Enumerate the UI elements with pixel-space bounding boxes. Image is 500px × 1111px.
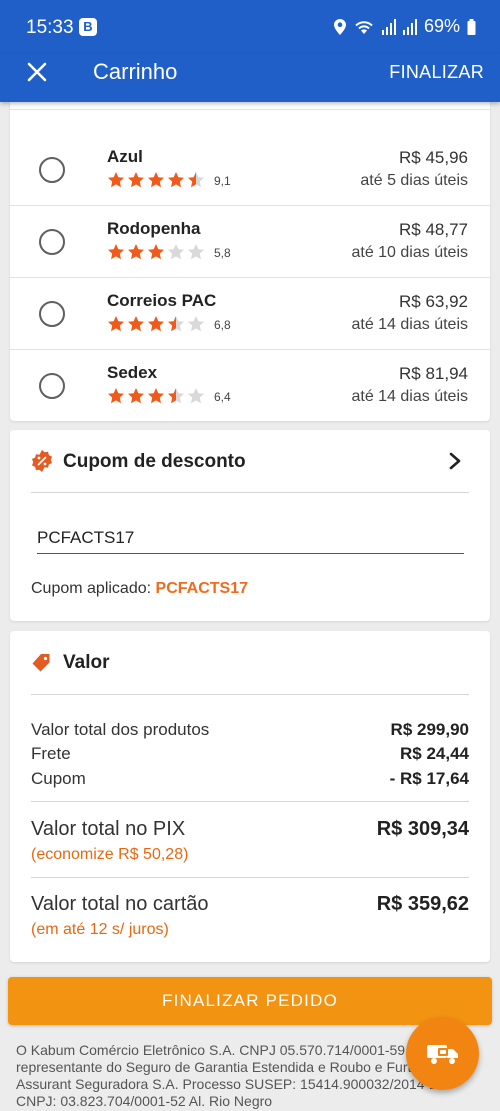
coupon-card: Cupom de desconto Cupom aplicado: PCFACT… <box>10 430 490 621</box>
star-icon <box>108 244 124 260</box>
discount-badge-icon <box>32 450 52 472</box>
star-icon <box>108 172 124 188</box>
star-rating <box>107 243 205 261</box>
coupon-applied-label: Cupom aplicado: <box>31 580 152 597</box>
card-total-value: R$ 359,62 <box>376 893 469 915</box>
products-total-label: Valor total dos produtos <box>31 720 210 739</box>
star-rating <box>107 315 205 333</box>
star-icon <box>128 388 144 404</box>
star-icon <box>128 172 144 188</box>
notification-badge: B <box>79 18 97 36</box>
shipping-options-card: N/Aaté 9 dias úteisAzul9,1R$ 45,96até 5 … <box>10 80 490 421</box>
star-icon <box>148 388 164 404</box>
star-icon <box>188 316 204 332</box>
star-icon <box>168 316 184 332</box>
coupon-title: Cupom de desconto <box>63 451 246 472</box>
pix-total-label: Valor total no PIX <box>31 818 186 840</box>
shipping-value: R$ 24,44 <box>400 744 469 763</box>
divider <box>31 801 469 802</box>
star-icon <box>188 244 204 260</box>
card-installments-note: (em até 12 s/ juros) <box>31 921 169 938</box>
status-icons: 69% <box>333 16 476 37</box>
close-icon[interactable] <box>26 61 48 83</box>
pix-total-row: Valor total no PIX R$ 309,34 <box>31 818 469 841</box>
pix-savings-note: (economize R$ 50,28) <box>31 846 189 863</box>
delivery-estimate: até 5 dias úteis <box>360 172 468 189</box>
app-bar: Carrinho FINALIZAR <box>0 54 500 102</box>
status-time: 15:33 <box>26 17 74 38</box>
shipping-label: Frete <box>31 744 71 763</box>
star-icon <box>148 316 164 332</box>
products-total-value: R$ 299,90 <box>390 720 469 739</box>
finalize-order-button[interactable]: FINALIZAR PEDIDO <box>8 977 492 1025</box>
star-icon <box>148 172 164 188</box>
shipping-fab-button[interactable] <box>406 1017 479 1090</box>
delivery-estimate: até 10 dias úteis <box>351 244 468 261</box>
radio-button[interactable] <box>39 301 65 327</box>
shipping-carrier-name: Azul <box>107 147 143 166</box>
signal-icon <box>402 18 417 35</box>
star-icon <box>108 316 124 332</box>
star-rating <box>107 171 205 189</box>
shipping-carrier-name: Rodopenha <box>107 219 201 238</box>
shipping-price: R$ 63,92 <box>399 292 468 311</box>
coupon-applied-code: PCFACTS17 <box>155 580 248 597</box>
star-rating <box>107 387 205 405</box>
delivery-estimate: até 14 dias úteis <box>351 316 468 333</box>
battery-percent: 69% <box>423 16 460 36</box>
shipping-row: Frete R$ 24,44 <box>31 744 469 764</box>
truck-icon <box>426 1044 458 1064</box>
divider <box>31 492 469 493</box>
radio-button[interactable] <box>39 229 65 255</box>
star-icon <box>168 244 184 260</box>
star-icon <box>128 244 144 260</box>
star-icon <box>108 388 124 404</box>
status-bar: 15:33 B 69% <box>0 0 500 54</box>
coupon-row: Cupom - R$ 17,64 <box>31 769 469 789</box>
coupon-applied-text: Cupom aplicado: PCFACTS17 <box>31 580 248 598</box>
shipping-price: R$ 81,94 <box>399 364 468 383</box>
divider <box>31 877 469 878</box>
star-icon <box>188 172 204 188</box>
page-title: Carrinho <box>93 59 178 84</box>
divider <box>31 694 469 695</box>
products-total-row: Valor total dos produtos R$ 299,90 <box>31 720 469 740</box>
shipping-carrier-name: Correios PAC <box>107 291 217 310</box>
card-total-label: Valor total no cartão <box>31 893 209 915</box>
value-title: Valor <box>63 652 110 673</box>
rating-score: 5,8 <box>214 246 231 260</box>
shipping-price: R$ 48,77 <box>399 220 468 239</box>
shipping-option[interactable]: Sedex 6,4 R$ 81,94 até 14 dias úteis <box>10 350 490 421</box>
wifi-icon <box>355 20 373 34</box>
coupon-input[interactable] <box>37 522 464 554</box>
star-icon <box>148 244 164 260</box>
coupon-discount-label: Cupom <box>31 769 86 788</box>
signal-icon <box>381 18 396 35</box>
star-icon <box>128 316 144 332</box>
card-total-row: Valor total no cartão R$ 359,62 <box>31 893 469 916</box>
value-summary-card: Valor Valor total dos produtos R$ 299,90… <box>10 631 490 962</box>
star-icon <box>168 172 184 188</box>
rating-score: 9,1 <box>214 174 231 188</box>
shipping-option[interactable]: Correios PAC 6,8 R$ 63,92 até 14 dias úteis <box>10 278 490 350</box>
rating-score: 6,4 <box>214 390 231 404</box>
chevron-right-icon[interactable] <box>448 451 462 471</box>
location-icon <box>333 18 346 35</box>
price-tag-icon <box>32 654 50 672</box>
pix-total-value: R$ 309,34 <box>376 818 469 840</box>
radio-button[interactable] <box>39 157 65 183</box>
shipping-price: R$ 45,96 <box>399 148 468 167</box>
shipping-carrier-name: Sedex <box>107 363 158 382</box>
finalize-button[interactable]: FINALIZAR <box>389 62 484 83</box>
coupon-discount-value: - R$ 17,64 <box>389 769 469 788</box>
star-icon <box>188 388 204 404</box>
delivery-estimate: até 14 dias úteis <box>351 388 468 405</box>
rating-score: 6,8 <box>214 318 231 332</box>
radio-button[interactable] <box>39 373 65 399</box>
shipping-option[interactable]: Rodopenha 5,8 R$ 48,77 até 10 dias úteis <box>10 206 490 278</box>
star-icon <box>168 388 184 404</box>
battery-icon <box>467 18 476 35</box>
shipping-option[interactable]: Azul 9,1 R$ 45,96 até 5 dias úteis <box>10 134 490 206</box>
